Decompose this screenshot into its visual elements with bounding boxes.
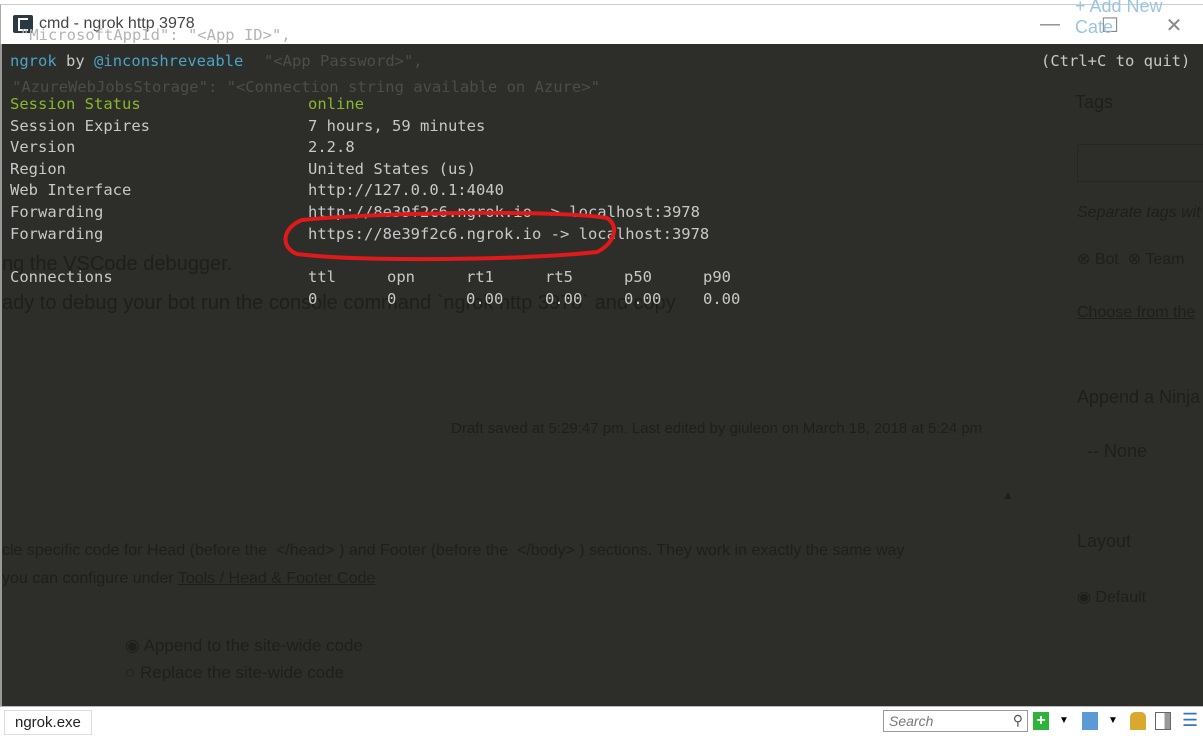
search-icon: ⚲ — [1012, 712, 1023, 728]
terminal[interactable]: "<App Password>", "AzureWebJobsStorage":… — [0, 44, 1203, 706]
taskbar: ngrok.exe Search ⚲ + ▼ ▼ ☰ — [0, 706, 1203, 736]
highlight-annotation — [283, 210, 617, 262]
sidebar-icon[interactable] — [1155, 712, 1171, 730]
panel-icon[interactable] — [1082, 712, 1098, 730]
add-icon[interactable]: + — [1033, 712, 1049, 730]
dropdown-arrow-icon[interactable]: ▼ — [1108, 715, 1124, 733]
ghost-code-line: "MicrosoftAppId": "<App ID>", — [20, 26, 291, 44]
menu-icon[interactable]: ☰ — [1182, 711, 1198, 730]
search-placeholder: Search — [889, 713, 934, 729]
add-category-link-ghost: + Add New Cate — [1075, 0, 1163, 37]
dropdown-arrow-icon[interactable]: ▼ — [1059, 715, 1075, 733]
minimize-button[interactable]: — — [1030, 13, 1070, 36]
taskbar-tab-ngrok[interactable]: ngrok.exe — [4, 710, 92, 735]
search-input[interactable]: Search ⚲ — [883, 710, 1028, 732]
red-circle-annotation — [283, 210, 617, 262]
lock-icon[interactable] — [1130, 712, 1146, 730]
